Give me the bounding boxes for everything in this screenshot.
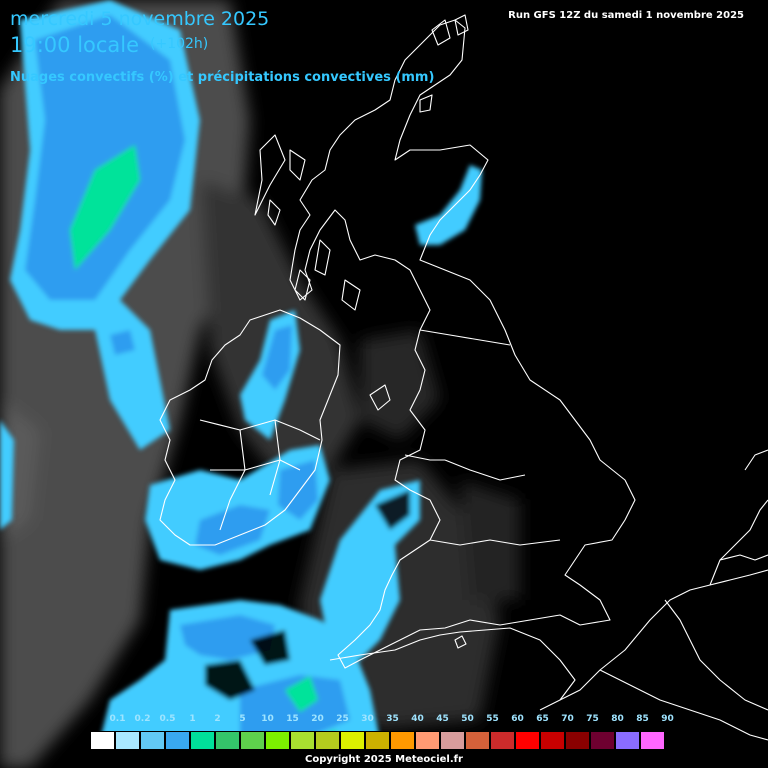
legend-label: 0.2 (134, 714, 151, 724)
forecast-date: mercredi 5 novembre 2025 (10, 8, 270, 30)
legend-label: 50 (461, 714, 474, 724)
legend-label: 55 (486, 714, 499, 724)
legend-swatch (515, 731, 540, 750)
legend-swatch (590, 731, 615, 750)
legend-swatch (465, 731, 490, 750)
legend-label: 0.1 (109, 714, 126, 724)
legend-swatch (290, 731, 315, 750)
legend-label: 2 (214, 714, 221, 724)
legend-label: 65 (536, 714, 549, 724)
legend-swatch (540, 731, 565, 750)
legend-label: 80 (611, 714, 624, 724)
legend-label: 30 (361, 714, 374, 724)
legend-swatch (140, 731, 165, 750)
legend-swatch (415, 731, 440, 750)
legend-label: 0.5 (159, 714, 176, 724)
legend-swatch (90, 731, 115, 750)
legend-swatch (165, 731, 190, 750)
weather-map-page: mercredi 5 novembre 2025 19:00 locale (+… (0, 0, 768, 768)
legend-label: 60 (511, 714, 524, 724)
legend-label: 10 (261, 714, 274, 724)
precipitation-legend: 0.1 0.2 0.5 1 2 5 10 15 20 25 30 35 40 45 50 55 60 65 70 75… (90, 714, 674, 750)
legend-swatch (315, 731, 340, 750)
legend-swatch (265, 731, 290, 750)
legend-swatch (565, 731, 590, 750)
legend-swatch (640, 731, 665, 750)
model-run-label: Run GFS 12Z du samedi 1 novembre 2025 (508, 10, 744, 21)
legend-swatch (615, 731, 640, 750)
legend-label: 90 (661, 714, 674, 724)
legend-label: 15 (286, 714, 299, 724)
legend-label: 70 (561, 714, 574, 724)
legend-label: 35 (386, 714, 399, 724)
legend-swatch (390, 731, 415, 750)
legend-label: 45 (436, 714, 449, 724)
legend-label: 40 (411, 714, 424, 724)
legend-swatch (215, 731, 240, 750)
legend-swatch (340, 731, 365, 750)
legend-label: 75 (586, 714, 599, 724)
legend-swatch (440, 731, 465, 750)
legend-label: 5 (239, 714, 246, 724)
legend-swatch (240, 731, 265, 750)
map-subtitle: Nuages convectifs (%) et précipitations … (10, 70, 435, 85)
legend-swatch (190, 731, 215, 750)
legend-label: 85 (636, 714, 649, 724)
legend-label: 25 (336, 714, 349, 724)
legend-swatch (365, 731, 390, 750)
forecast-offset: (+102h) (150, 36, 209, 52)
copyright: Copyright 2025 Meteociel.fr (305, 754, 463, 765)
legend-label: 20 (311, 714, 324, 724)
legend-label: 1 (189, 714, 196, 724)
map-canvas (0, 0, 768, 768)
legend-swatch (115, 731, 140, 750)
forecast-time: 19:00 locale (10, 33, 140, 57)
legend-swatch (490, 731, 515, 750)
